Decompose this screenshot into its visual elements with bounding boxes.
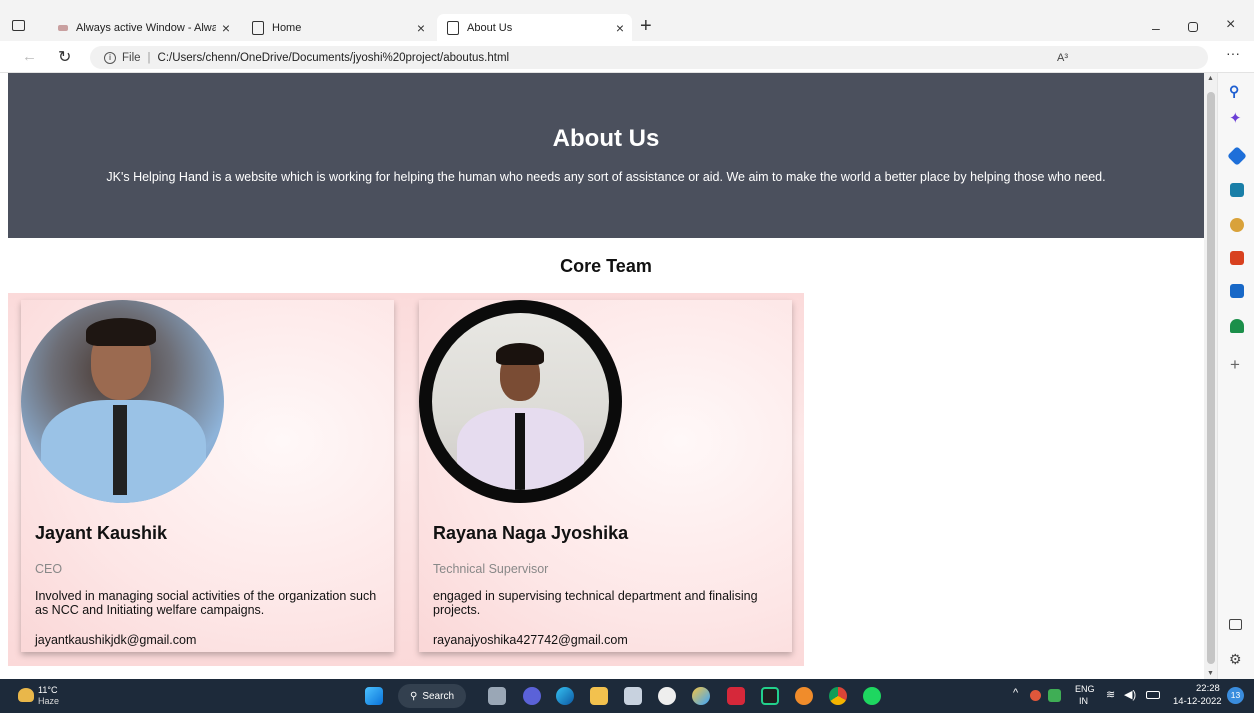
search-icon: ⚲	[410, 690, 418, 702]
mcafee-icon[interactable]	[727, 687, 745, 705]
member-description: engaged in supervising technical departm…	[433, 589, 758, 617]
file-explorer-icon[interactable]	[590, 687, 608, 705]
weather-temp: 11°C	[38, 685, 58, 695]
tab-title: About Us	[467, 21, 513, 34]
minimize-icon[interactable]: –	[1152, 20, 1160, 36]
page-title: About Us	[552, 125, 660, 152]
tab-actions-icon[interactable]	[12, 20, 25, 31]
tab-about-us[interactable]: About Us ×	[437, 14, 632, 41]
sidebar-toggle-icon[interactable]	[1229, 619, 1242, 630]
tab-title: Always active Window - Always ‧	[76, 22, 216, 34]
member-photo	[419, 300, 622, 503]
new-tab-icon[interactable]: +	[640, 15, 652, 38]
more-menu-icon[interactable]: ···	[1226, 45, 1240, 61]
refresh-icon[interactable]: ↻	[58, 47, 71, 67]
clock-date[interactable]: 14-12-2022	[1173, 696, 1222, 707]
volume-icon[interactable]: ◀)	[1124, 688, 1136, 701]
restore-icon[interactable]	[1188, 22, 1198, 32]
pycharm-icon[interactable]	[761, 687, 779, 705]
tab-always-active[interactable]: Always active Window - Always ‧ ×	[48, 14, 238, 41]
add-icon[interactable]: +	[1230, 355, 1240, 375]
address-bar[interactable]: i File | C:/Users/chenn/OneDrive/Documen…	[90, 46, 1208, 69]
tab-close-icon[interactable]: ×	[417, 20, 425, 36]
task-view-icon[interactable]	[488, 687, 506, 705]
scroll-down-icon[interactable]: ▼	[1207, 670, 1214, 677]
url-prefix: File	[122, 51, 141, 64]
scroll-up-icon[interactable]: ▲	[1207, 75, 1214, 82]
outlook-icon[interactable]	[1230, 284, 1244, 298]
edge-icon[interactable]	[556, 687, 574, 705]
wifi-icon[interactable]: ≋	[1106, 688, 1115, 701]
read-aloud-icon[interactable]: A³	[1057, 52, 1068, 64]
member-email: rayanajyoshika427742@gmail.com	[433, 633, 628, 647]
games-icon[interactable]	[1230, 218, 1244, 232]
member-photo	[21, 300, 224, 503]
member-description: Involved in managing social activities o…	[35, 589, 377, 617]
chat-icon[interactable]	[523, 687, 541, 705]
weather-desc: Haze	[38, 696, 60, 706]
section-title: Core Team	[560, 256, 652, 276]
member-name: Jayant Kaushik	[35, 523, 168, 543]
tray-app-icon[interactable]	[1030, 690, 1041, 701]
team-card: Jayant Kaushik CEO Involved in managing …	[21, 300, 394, 652]
tab-title: Home	[272, 21, 302, 34]
member-role: CEO	[35, 562, 63, 576]
weather-icon[interactable]	[18, 688, 34, 702]
taskbar-search[interactable]: ⚲ Search	[398, 684, 466, 708]
page-icon	[447, 20, 459, 35]
store-icon[interactable]	[624, 687, 642, 705]
shopping-icon[interactable]	[1227, 146, 1247, 166]
github-icon[interactable]	[658, 687, 676, 705]
edge-sidebar: ⚲ ✦ + ⚙	[1217, 73, 1254, 679]
page-icon	[252, 20, 264, 35]
office-icon[interactable]	[1230, 251, 1244, 265]
vpn-icon[interactable]	[795, 687, 813, 705]
photos-icon[interactable]	[692, 687, 710, 705]
language-top[interactable]: ENG	[1075, 684, 1095, 694]
tray-chevron-icon[interactable]: ^	[1013, 687, 1018, 699]
drop-icon[interactable]	[1230, 319, 1244, 333]
url-separator: |	[147, 51, 151, 64]
chrome-icon[interactable]	[829, 687, 847, 705]
about-hero: About Us JK's Helping Hand is a website …	[8, 73, 1204, 238]
tab-close-icon[interactable]: ×	[222, 20, 230, 36]
clock-time[interactable]: 22:28	[1196, 683, 1220, 694]
tray-app-icon[interactable]	[1048, 689, 1061, 702]
windows-taskbar: 11°C Haze ⚲ Search ^ ENG IN ≋ ◀) 22:28 1…	[0, 679, 1254, 713]
scrollbar-thumb[interactable]	[1207, 92, 1215, 664]
member-email: jayantkaushikjdk@gmail.com	[35, 633, 197, 647]
member-name: Rayana Naga Jyoshika	[433, 523, 629, 543]
hero-description: JK's Helping Hand is a website which is …	[106, 170, 1106, 184]
close-window-icon[interactable]: ×	[1226, 16, 1235, 34]
search-label: Search	[422, 690, 455, 702]
search-icon[interactable]: ⚲	[1229, 83, 1239, 100]
language-bottom[interactable]: IN	[1079, 696, 1088, 706]
team-row: Jayant Kaushik CEO Involved in managing …	[8, 293, 804, 666]
team-card: Rayana Naga Jyoshika Technical Superviso…	[419, 300, 792, 652]
spotify-icon[interactable]	[863, 687, 881, 705]
tab-close-icon[interactable]: ×	[616, 20, 624, 36]
start-icon[interactable]	[365, 687, 383, 705]
notification-badge[interactable]: 13	[1227, 687, 1244, 704]
tab-favicon-icon	[58, 24, 68, 31]
settings-icon[interactable]: ⚙	[1229, 651, 1242, 668]
tab-home[interactable]: Home ×	[248, 14, 433, 41]
battery-icon[interactable]	[1146, 691, 1160, 699]
copilot-icon[interactable]: ✦	[1229, 109, 1242, 127]
tab-strip: Always active Window - Always ‧ × Home ×…	[0, 0, 1254, 41]
tools-icon[interactable]	[1230, 183, 1244, 197]
member-role: Technical Supervisor	[433, 562, 549, 576]
url-text: C:/Users/chenn/OneDrive/Documents/jyoshi…	[157, 51, 510, 64]
back-icon[interactable]: ←	[22, 48, 37, 65]
info-icon[interactable]: i	[104, 51, 116, 64]
